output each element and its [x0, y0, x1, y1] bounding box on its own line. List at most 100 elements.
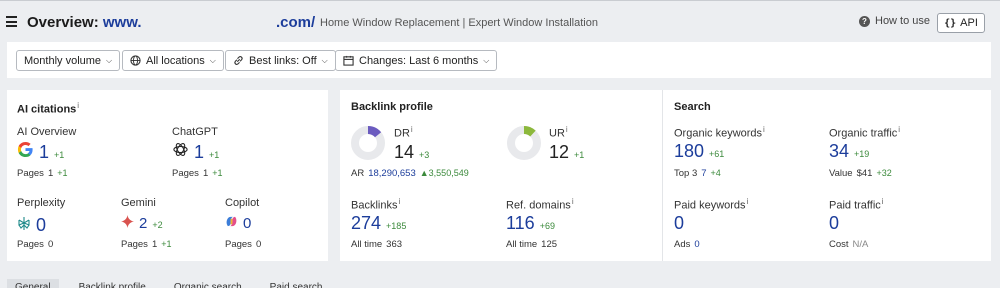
page-description: Home Window Replacement | Expert Window … — [320, 17, 598, 29]
chatgpt-pages: Pages 1 +1 — [172, 168, 223, 179]
dr-label: DRi — [394, 125, 413, 140]
top3-row: Top 3 7 +4 — [674, 168, 721, 179]
perplexity-value: 0 — [36, 215, 47, 235]
copilot-pages: Pages 0 — [225, 239, 262, 250]
ur-donut — [507, 126, 541, 160]
api-label: API — [960, 17, 978, 29]
chevron-down-icon: ⌵ — [106, 55, 113, 65]
chevron-down-icon: ⌵ — [483, 55, 490, 65]
changes-label: Changes: Last 6 months — [359, 54, 479, 67]
domain-start[interactable]: www. — [103, 14, 142, 31]
report-tabs: General Backlink profile Organic search … — [7, 279, 330, 288]
ai-overview-label: AI Overview — [17, 126, 77, 138]
ur-label: URi — [549, 125, 568, 140]
link-icon — [234, 56, 243, 65]
tab-general[interactable]: General — [7, 279, 59, 288]
ai-overview-delta: +1 — [54, 150, 65, 160]
ar-value[interactable]: 18,290,653 — [368, 168, 416, 179]
traffic-value-row: Value $41 +32 — [829, 168, 892, 179]
ref-domains-metric[interactable]: 116 +69 — [506, 213, 555, 234]
calendar-icon — [343, 55, 354, 66]
perplexity-metric[interactable]: 0 — [17, 215, 46, 236]
perplexity-label: Perplexity — [17, 197, 66, 209]
paid-traffic-value: 0 — [829, 213, 840, 233]
page-title: Overview: www. — [27, 14, 142, 31]
gemini-pages: Pages 1 +1 — [121, 239, 172, 250]
chatgpt-metric[interactable]: 1 +1 — [172, 141, 219, 163]
chevron-down-icon: ⌵ — [209, 55, 216, 65]
ar-row: AR 18,290,653 ▲3,550,549 — [351, 168, 469, 179]
ar-label: AR — [351, 168, 365, 179]
copilot-value: 0 — [243, 215, 252, 232]
backlinks-label: Backlinksi — [351, 197, 401, 212]
chevron-down-icon: ⌵ — [321, 55, 328, 65]
hamburger-menu-icon[interactable] — [6, 16, 17, 27]
paid-traffic-metric[interactable]: 0 — [829, 213, 839, 234]
backlink-profile-title: Backlink profile — [351, 101, 433, 113]
chatgpt-icon — [173, 143, 188, 156]
best-links-label: Best links: Off — [249, 54, 317, 67]
backlinks-delta: +185 — [386, 221, 407, 231]
best-links-dropdown[interactable]: Best links: Off ⌵ — [225, 50, 336, 71]
ar-delta: ▲3,550,549 — [419, 168, 469, 178]
search-title: Search — [674, 101, 711, 113]
organic-keywords-delta: +61 — [709, 149, 725, 159]
copilot-label: Copilot — [225, 197, 260, 209]
globe-icon — [130, 55, 141, 66]
ur-delta: +1 — [574, 150, 585, 160]
paid-traffic-label: Paid traffici — [829, 197, 884, 212]
gemini-delta: +2 — [152, 220, 163, 230]
dr-metric[interactable]: 14 +3 — [394, 142, 429, 163]
api-button[interactable]: {} API — [937, 13, 985, 33]
ref-domains-delta: +69 — [539, 221, 555, 231]
tab-organic-search[interactable]: Organic search — [166, 279, 250, 288]
filter-bar: Monthly volume ⌵ All locations ⌵ Best li… — [7, 42, 991, 78]
ref-domains-label: Ref. domainsi — [506, 197, 574, 212]
organic-traffic-value: 34 — [829, 141, 850, 161]
organic-traffic-metric[interactable]: 34 +19 — [829, 141, 869, 162]
google-icon — [17, 141, 33, 158]
ai-overview-value: 1 — [39, 142, 50, 162]
ai-citations-title: AI citationsi — [17, 101, 80, 116]
organic-keywords-label: Organic keywordsi — [674, 125, 765, 140]
section-divider — [662, 90, 663, 261]
ai-overview-pages: Pages 1 +1 — [17, 168, 68, 179]
ai-citations-card: AI citationsi AI Overview 1 +1 Pages 1 +… — [7, 90, 328, 261]
changes-dropdown[interactable]: Changes: Last 6 months ⌵ — [335, 50, 498, 71]
paid-keywords-metric[interactable]: 0 — [674, 213, 684, 234]
paid-keywords-value: 0 — [674, 213, 685, 233]
ai-overview-metric[interactable]: 1 +1 — [17, 141, 64, 163]
perplexity-pages: Pages 0 — [17, 239, 54, 250]
tab-paid-search[interactable]: Paid search — [262, 279, 331, 288]
gemini-value: 2 — [139, 215, 148, 232]
gemini-label: Gemini — [121, 197, 156, 209]
dr-donut — [351, 126, 385, 160]
copilot-icon — [226, 216, 237, 227]
copilot-metric[interactable]: 0 — [225, 215, 251, 232]
locations-dropdown[interactable]: All locations ⌵ — [122, 50, 224, 71]
ads-row: Ads 0 — [674, 239, 700, 250]
volume-dropdown[interactable]: Monthly volume ⌵ — [16, 50, 121, 71]
ur-value: 12 — [549, 142, 570, 162]
perplexity-icon — [18, 217, 30, 230]
how-to-use-link[interactable]: ? How to use — [859, 15, 930, 27]
top-bar: Overview: www. .com/ Home Window Replace… — [0, 0, 1000, 42]
organic-keywords-metric[interactable]: 180 +61 — [674, 141, 724, 162]
metrics-card: Backlink profile DRi 14 +3 AR 18,290,653… — [340, 90, 991, 261]
organic-traffic-delta: +19 — [854, 149, 870, 159]
gemini-metric[interactable]: 2 +2 — [121, 215, 163, 232]
domain-end[interactable]: .com/ — [276, 14, 315, 31]
organic-traffic-label: Organic traffici — [829, 125, 901, 140]
help-label: How to use — [875, 15, 931, 27]
backlinks-metric[interactable]: 274 +185 — [351, 213, 406, 234]
ur-metric[interactable]: 12 +1 — [549, 142, 584, 163]
cost-row: Cost N/A — [829, 239, 869, 250]
gemini-icon — [121, 215, 134, 228]
dr-value: 14 — [394, 142, 415, 162]
help-icon: ? — [859, 15, 870, 27]
title-prefix: Overview: — [27, 14, 99, 31]
backlinks-value: 274 — [351, 213, 382, 233]
tab-backlink-profile[interactable]: Backlink profile — [71, 279, 154, 288]
backlinks-all-time: All time 363 — [351, 239, 403, 250]
chatgpt-value: 1 — [194, 142, 205, 162]
